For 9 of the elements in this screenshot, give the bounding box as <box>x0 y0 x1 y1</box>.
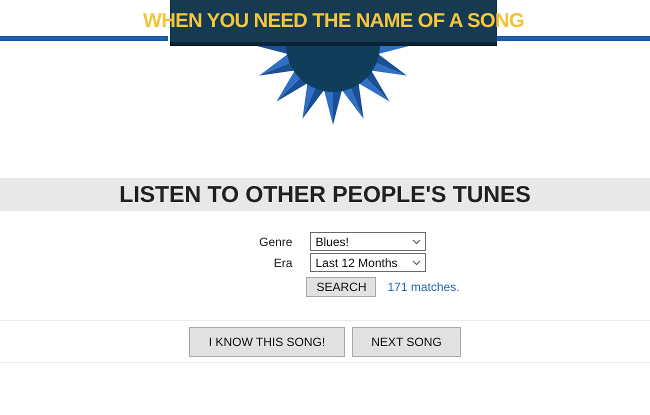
next-song-button[interactable]: NEXT SONG <box>352 326 461 356</box>
dropdown[interactable]: Last 12 Months <box>310 253 426 272</box>
search-button[interactable]: SEARCH <box>306 277 376 297</box>
know-song-button[interactable]: I KNOW THIS SONG! <box>189 326 345 356</box>
page-heading: LISTEN TO OTHER PEOPLE'S TUNES <box>119 180 531 210</box>
field-label: Genre <box>258 234 292 250</box>
field-label: Era <box>272 254 292 272</box>
dropdown[interactable]: Blues! <box>310 232 426 251</box>
match-count: 171 matches. <box>387 279 460 296</box>
